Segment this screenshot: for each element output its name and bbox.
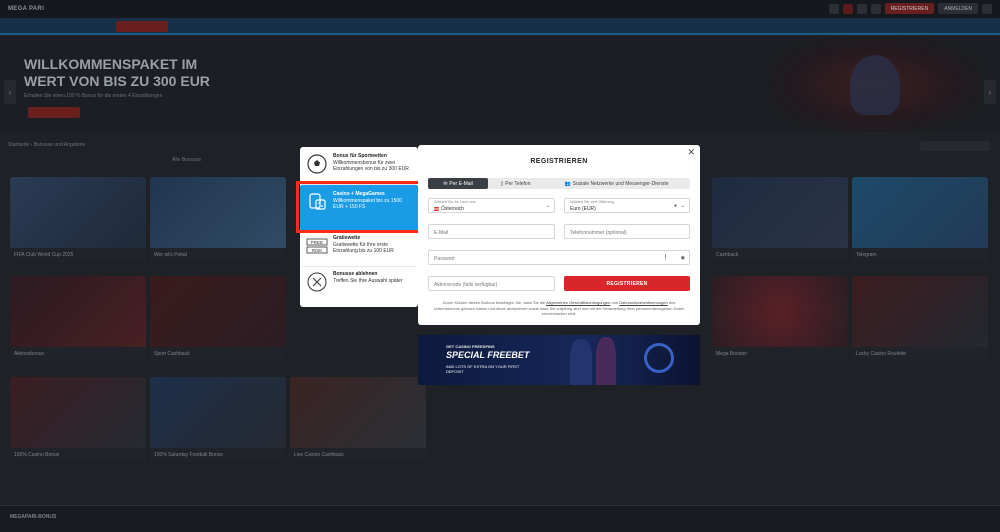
bonus-option-desc: Treffen Sie Ihre Auswahl später [333, 278, 403, 284]
bonus-option-sports[interactable]: Bonus für Sportwetten Willkommensbonus fü… [302, 149, 416, 185]
nav-active-item[interactable] [116, 21, 168, 32]
tab-label: Per E-Mail [449, 180, 473, 187]
bonus-search-input[interactable] [920, 141, 990, 151]
register-submit-button[interactable]: REGISTRIEREN [564, 276, 690, 291]
email-field[interactable]: E-Mail [428, 224, 555, 239]
football-icon [306, 153, 328, 175]
top-bar: MEGA PARI REGISTRIEREN ANMELDEN [0, 0, 1000, 18]
promo-banner[interactable]: GET CASINO FREESPINS SPECIAL FREEBET AND… [418, 335, 700, 385]
email-icon: ✉ [443, 180, 448, 187]
decline-icon [306, 271, 328, 293]
chevron-down-icon: ⌄ [545, 203, 550, 209]
hero-prev-arrow-icon[interactable]: ‹ [4, 80, 16, 104]
bonus-option-freebet[interactable]: FREE RISK Gratiswette Gratiswette für Ihre… [302, 231, 416, 267]
settings-icon[interactable] [856, 3, 867, 14]
bonus-option-title: Gratiswette [333, 235, 361, 241]
casino-dice-icon [306, 191, 328, 213]
bonus-option-desc: Willkommenspaket bis zu 1500 EUR + 150 F… [333, 198, 402, 210]
currency-value: Euro (EUR) [570, 206, 596, 212]
mobile-icon[interactable] [870, 3, 881, 14]
bonus-option-title: Casino + MegaGames [333, 191, 385, 197]
svg-text:FREE: FREE [311, 240, 323, 245]
bonus-tile[interactable]: 100% Saturday Football Bonus [150, 377, 286, 462]
email-placeholder: E-Mail [434, 230, 449, 236]
bonus-option-decline[interactable]: Bonusse ablehnen Treffen Sie Ihre Auswahl… [302, 267, 416, 303]
site-logo[interactable]: MEGA PARI [8, 6, 44, 12]
key-icon: ╿ [663, 255, 667, 261]
terms-link[interactable]: Allgemeinen Geschäftsbedingungen [546, 300, 610, 305]
bonus-tile[interactable]: Wer ist's Pokal [150, 177, 286, 262]
top-register-button[interactable]: REGISTRIEREN [884, 3, 935, 14]
bonus-tile[interactable]: Lucky Casino Roulette [852, 276, 988, 361]
tab-phone[interactable]: ▯ Per Telefon [488, 178, 543, 189]
info-icon[interactable]: ● [674, 203, 677, 209]
top-login-button[interactable]: ANMELDEN [938, 3, 978, 14]
country-select[interactable]: Wählen Sie Ihr Land aus Österreich ⌄ [428, 198, 555, 213]
promo-icon[interactable] [842, 3, 853, 14]
bonus-tile[interactable]: Live Casino Cashback [290, 377, 426, 462]
phone-placeholder: Telefonnummer (optional) [570, 230, 627, 236]
bonus-tile[interactable]: Mega Booster [712, 276, 848, 361]
modal-title: REGISTRIEREN [530, 158, 588, 165]
phone-field[interactable]: Telefonnummer (optional) [564, 224, 690, 239]
country-label: Wählen Sie Ihr Land aus [434, 200, 476, 204]
promo-placeholder: Aktionscode (falls verfügbar) [434, 282, 498, 288]
people-icon: 👥 [564, 180, 571, 187]
eye-icon[interactable]: ◉ [681, 255, 685, 261]
bonus-option-title: Bonus für Sportwetten [333, 153, 387, 159]
bonus-option-desc: Willkommensbonus für zwei Einzahlungen v… [333, 160, 409, 172]
bonus-tile[interactable]: FIFA Club World Cup 2025 [10, 177, 146, 262]
free-bet-icon: FREE RISK [306, 235, 328, 257]
hero-subtitle: Erhalten Sie einen 100 % Bonus für die e… [24, 93, 163, 99]
gift-icon[interactable] [828, 3, 839, 14]
promo-player-image [596, 337, 616, 385]
main-nav [0, 18, 1000, 35]
hero-title: WILLKOMMENSPAKET IM WERT VON BIS ZU 300 … [24, 56, 210, 89]
hero-banner: WILLKOMMENSPAKET IM WERT VON BIS ZU 300 … [0, 37, 1000, 132]
currency-label: Wählen Sie eine Währung [570, 200, 615, 204]
bonus-option-casino[interactable]: Casino + MegaGames Willkommenspaket bis z… [300, 185, 418, 231]
promo-code-field[interactable]: Aktionscode (falls verfügbar) [428, 276, 555, 291]
bonus-selection-panel: Bonus für Sportwetten Willkommensbonus fü… [300, 147, 418, 307]
terms-text: Durch Klicken dieses Buttons bestätigen … [433, 300, 685, 316]
password-placeholder: Passwort [434, 256, 455, 262]
tab-label: Per Telefon [505, 180, 531, 187]
bonus-tile[interactable]: 100% Casino Bonus [10, 377, 146, 462]
promo-ring-graphic [644, 343, 674, 373]
promo-line-3: AND LOTS OF EXTRA ON YOUR FIRST DEPOSIT [446, 364, 520, 374]
globe-icon[interactable] [982, 3, 992, 14]
top-right-controls: REGISTRIEREN ANMELDEN [828, 3, 992, 14]
bonus-tile[interactable]: Sport Cashback [150, 276, 286, 361]
austria-flag-icon [434, 206, 439, 211]
register-modal: ✕ REGISTRIEREN ✉ Per E-Mail ▯ Per Telefo… [418, 145, 700, 325]
chevron-down-icon: ⌄ [680, 203, 685, 209]
promo-line-2: SPECIAL FREEBET [446, 350, 530, 360]
bonus-tile[interactable]: Cashback [712, 177, 848, 262]
svg-text:RISK: RISK [312, 248, 323, 253]
bonus-tile[interactable]: Telegram [852, 177, 988, 262]
bonus-option-title: Bonusse ablehnen [333, 271, 378, 277]
bonus-option-desc: Gratiswette für Ihre erste Einzahlung bi… [333, 242, 394, 254]
register-tabs: ✉ Per E-Mail ▯ Per Telefon 👥 Soziale Net… [428, 178, 690, 189]
tab-social[interactable]: 👥 Soziale Netzwerke und Messenger-Dienst… [543, 178, 690, 189]
promo-player-image [570, 339, 592, 385]
promo-line-1: GET CASINO FREESPINS [446, 344, 495, 349]
privacy-link[interactable]: Datenschutzbestimmungen [619, 300, 667, 305]
password-field[interactable]: Passwort ╿ ◉ [428, 250, 690, 265]
close-icon[interactable]: ✕ [687, 147, 695, 158]
hero-cta-button[interactable] [28, 107, 80, 118]
breadcrumb: Startseite › Bonusse und Angebote [8, 142, 86, 148]
tab-label: Soziale Netzwerke und Messenger-Dienste [572, 180, 669, 187]
bonus-tile[interactable]: Aktionsbonus [10, 276, 146, 361]
phone-icon: ▯ [500, 180, 504, 187]
hero-image [770, 37, 980, 132]
country-value: Österreich [441, 206, 465, 212]
hero-next-arrow-icon[interactable]: › [984, 80, 996, 104]
tab-email[interactable]: ✉ Per E-Mail [428, 178, 488, 189]
footer-bar: MEGAPARI-BONUS [0, 505, 1000, 532]
currency-select[interactable]: Wählen Sie eine Währung Euro (EUR) ● ⌄ [564, 198, 690, 213]
